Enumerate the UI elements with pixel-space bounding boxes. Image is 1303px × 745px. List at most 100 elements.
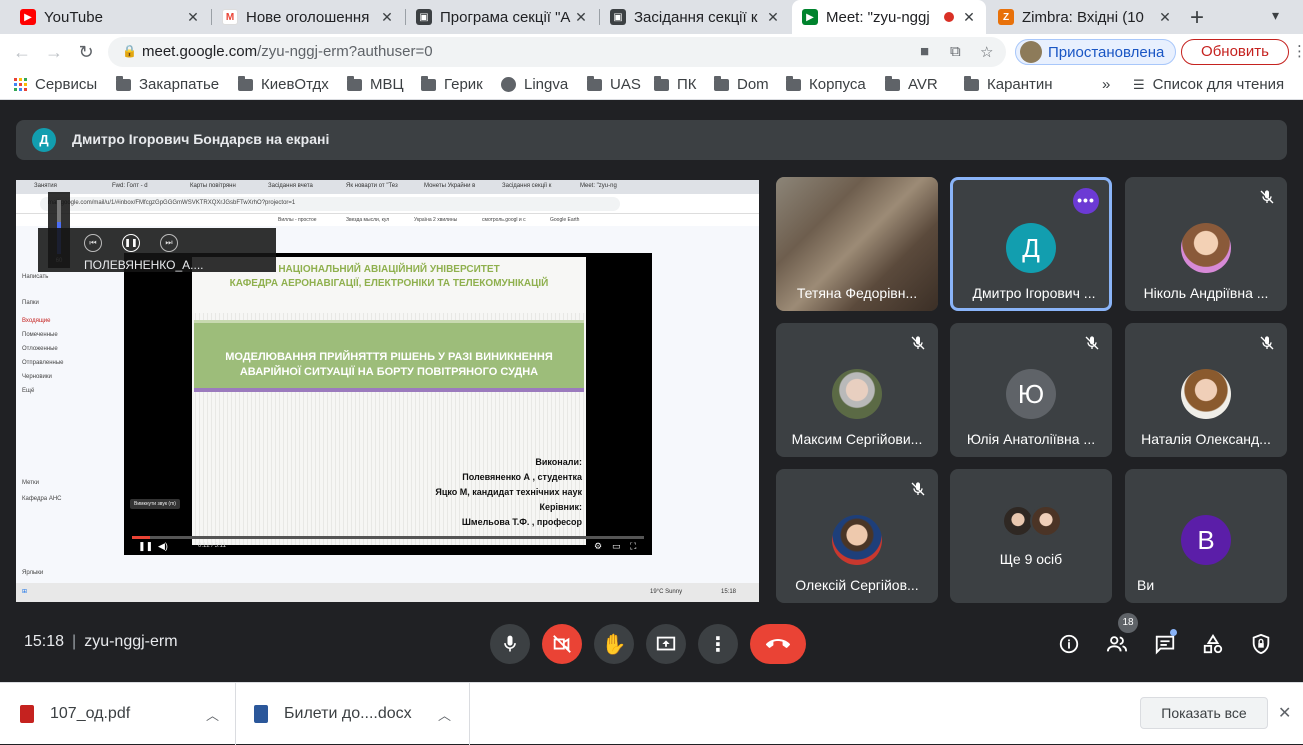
player-progress-bar[interactable] [132,536,644,539]
profile-paused-button[interactable]: Приостановлена [1015,39,1176,65]
address-bar[interactable]: 🔒 meet.google.com/zyu-nggj-erm?authuser=… [108,37,1006,67]
more-options-button[interactable]: ⋮ [698,624,738,664]
bookmark-lingva[interactable]: Lingva [501,76,568,93]
volume-icon[interactable]: ◀) [158,541,168,552]
pause-icon[interactable]: ❚❚ [138,541,153,552]
activities-shapes-icon [1203,634,1223,654]
tab-zimbra[interactable]: Z Zimbra: Вхідні (10 ✕ [988,0,1182,34]
bookmark-folder[interactable]: Герик [421,75,483,93]
more-options-icon[interactable]: ••• [1073,188,1099,214]
participant-name: Ви [1137,577,1155,593]
settings-gear-icon[interactable]: ⚙ [594,541,602,552]
shared-tab-label: Карты повітрянн [190,183,236,189]
tab-title: Zimbra: Вхідні (10 [1022,8,1144,26]
bookmark-folder[interactable]: UAS [587,75,641,93]
camera-in-use-icon[interactable]: ■ [920,43,929,60]
camera-off-icon [553,635,571,653]
activities-button[interactable] [1199,630,1227,658]
apps-grid-icon [14,78,27,91]
camera-toggle-button[interactable] [542,624,582,664]
folder-icon [964,75,979,91]
fullscreen-icon[interactable]: ⛶ [630,541,636,552]
windows-start-icon: ⊞ [22,589,28,595]
bookmark-folder[interactable]: Карантин [964,75,1053,93]
participant-tile[interactable]: Тетяна Федорівн... [776,177,938,311]
video-player[interactable]: НАЦІОНАЛЬНИЙ АВІАЦІЙНИЙ УНІВЕРСИТЕТ КАФЕ… [124,253,652,555]
back-arrow-icon[interactable]: ← [10,40,34,64]
tab-youtube[interactable]: ▶ YouTube ✕ [10,0,210,34]
gmail-sidebar-item: Метки [22,480,39,486]
reload-icon[interactable]: ↻ [74,40,98,64]
forward-arrow-icon[interactable]: → [42,40,66,64]
reading-list-button[interactable]: ☰ Список для чтения [1133,76,1284,93]
participants-button[interactable] [1103,630,1131,658]
tab-title: Програма секції "А [440,8,571,26]
show-all-downloads-button[interactable]: Показать все [1140,697,1268,729]
shared-bookmark: Україна 2 хвилины [414,217,458,223]
participant-tile[interactable]: Наталія Олександ... [1125,323,1287,457]
bookmark-star-icon[interactable]: ☆ [980,43,993,61]
folder-icon [786,75,801,91]
bookmark-folder[interactable]: МВЦ [347,75,404,93]
new-tab-plus-icon[interactable]: + [1190,4,1204,32]
chevron-up-icon[interactable]: ︿ [206,705,219,724]
slide-credit-line: Полевяненко А , студентка [462,472,582,482]
previous-track-icon[interactable]: ⏮ [84,234,102,252]
bookmark-folder[interactable]: КиевОтдх [238,75,329,93]
bookmark-apps[interactable]: Сервисы [14,76,97,93]
bookmark-folder[interactable]: AVR [885,75,938,93]
chevron-up-icon[interactable]: ︿ [438,705,451,724]
bookmark-folder[interactable]: Dom [714,75,769,93]
next-track-icon[interactable]: ⏭ [160,234,178,252]
close-icon[interactable]: ✕ [1278,703,1291,723]
close-icon[interactable]: ✕ [1156,9,1174,26]
microphone-button[interactable] [490,624,530,664]
tab-session[interactable]: ▣ Засідання секції к ✕ [600,0,790,34]
meeting-details-button[interactable] [1055,630,1083,658]
leave-call-button[interactable] [750,624,806,664]
close-icon[interactable]: ✕ [960,9,978,26]
close-icon[interactable]: ✕ [184,9,202,26]
tab-program[interactable]: ▣ Програма секції "А ✕ [406,0,598,34]
close-icon[interactable]: ✕ [764,9,782,26]
download-item[interactable]: 107_од.pdf ︿ [20,683,235,745]
miniplayer-icon[interactable]: ▭ [612,541,621,552]
tab-search-chevron-icon[interactable]: ▾ [1272,7,1279,24]
participant-tile[interactable]: Олексій Сергійов... [776,469,938,603]
gmail-sidebar-item: Кафедра АНС [22,496,62,502]
close-icon[interactable]: ✕ [378,9,396,26]
tab-meet[interactable]: ▶ Meet: "zyu-nggj ✕ [792,0,986,34]
participant-tile[interactable]: Ю Юлія Анатоліївна ... [950,323,1112,457]
more-bookmarks-button[interactable]: » [1102,76,1110,93]
raise-hand-button[interactable]: ✋ [594,624,634,664]
bookmark-folder[interactable]: Закарпатье [116,75,219,93]
bookmark-folder[interactable]: ПК [654,75,697,93]
pause-icon[interactable]: ❚❚ [122,234,140,252]
close-icon[interactable]: ✕ [572,9,590,26]
participant-tile-group[interactable]: Ще 9 осіб [950,469,1112,603]
translate-icon[interactable]: ⧉ [950,43,961,60]
divider [235,683,236,745]
mic-off-icon [1260,336,1274,350]
present-screen-button[interactable] [646,624,686,664]
participant-tile-self[interactable]: В Ви [1125,469,1287,603]
tab-gmail[interactable]: M Нове оголошення ✕ [212,0,404,34]
download-item[interactable]: Билети до....docx ︿ [254,683,469,745]
participant-tile[interactable]: Ніколь Андріївна ... [1125,177,1287,311]
participant-name: Максим Сергійови... [791,431,923,447]
shared-taskbar: ⊞ 19°C Sunny 15:18 [16,583,759,602]
gmail-sidebar-item: Ещё [22,388,35,394]
participant-avatar: Д [1006,223,1056,273]
media-overlay: ⏮ ❚❚ ⏭ ПОЛЕВЯНЕНКО_А.... [38,228,276,272]
bookmark-folder[interactable]: Корпуса [786,75,866,93]
participant-tile[interactable]: Максим Сергійови... [776,323,938,457]
update-button[interactable]: Обновить [1181,39,1289,65]
player-progress-fill [132,536,151,539]
avatar [1020,41,1042,63]
host-controls-button[interactable] [1247,630,1275,658]
shared-bookmark: Google Earth [550,217,580,223]
browser-menu-icon[interactable]: ⋮ [1292,42,1303,60]
taskbar-clock: 15:18 [721,589,737,595]
participant-tile[interactable]: ••• Д Дмитро Ігорович ... [950,177,1112,311]
url-text: meet.google.com/zyu-nggj-erm?authuser=0 [142,43,433,60]
